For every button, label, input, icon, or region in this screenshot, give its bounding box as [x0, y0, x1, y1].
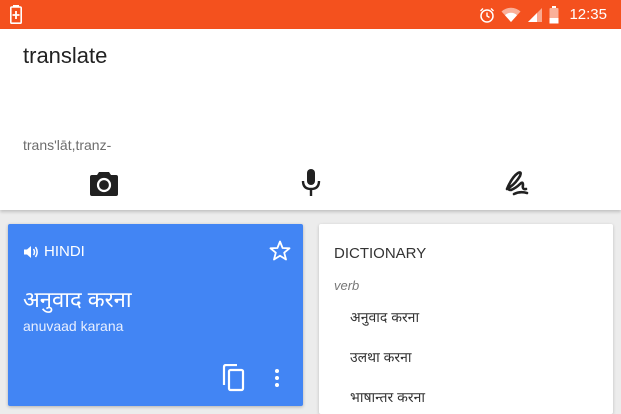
battery-icon	[549, 5, 559, 23]
camera-button[interactable]	[84, 163, 124, 203]
status-icons: 12:35	[479, 0, 607, 29]
handwriting-icon	[505, 171, 529, 196]
microphone-icon	[301, 169, 321, 196]
wifi-icon	[501, 7, 521, 22]
camera-icon	[90, 172, 118, 196]
status-bar: 12:35	[0, 0, 621, 29]
input-card: translate trans'lāt,tranz-	[0, 29, 621, 210]
more-options-icon[interactable]	[270, 364, 284, 392]
language-row[interactable]: HINDI	[23, 243, 85, 260]
dictionary-card: DICTIONARY verb अनुवाद करना उलथा करना भा…	[319, 224, 613, 414]
speaker-icon[interactable]	[23, 244, 39, 260]
language-label: HINDI	[44, 243, 85, 260]
translation-card: HINDI अनुवाद करना anuvaad karana	[8, 224, 303, 406]
dictionary-title: DICTIONARY	[334, 245, 427, 262]
part-of-speech: verb	[334, 278, 360, 293]
transliteration-text: anuvaad karana	[23, 318, 124, 334]
source-text[interactable]: translate	[23, 43, 107, 69]
handwriting-button[interactable]	[497, 163, 537, 203]
star-icon[interactable]	[268, 239, 292, 263]
dictionary-entry[interactable]: उलथा करना	[350, 348, 412, 367]
alarm-icon	[480, 7, 495, 23]
phonetic-text: trans'lāt,tranz-	[23, 137, 112, 153]
battery-charging-icon	[10, 5, 22, 24]
copy-icon[interactable]	[220, 364, 246, 392]
status-time: 12:35	[569, 6, 607, 23]
dictionary-entry[interactable]: अनुवाद करना	[350, 308, 419, 327]
microphone-button[interactable]	[291, 163, 331, 203]
signal-icon	[528, 7, 543, 22]
dictionary-entry[interactable]: भाषान्तर करना	[350, 388, 425, 407]
translation-text: अनुवाद करना	[23, 287, 132, 312]
